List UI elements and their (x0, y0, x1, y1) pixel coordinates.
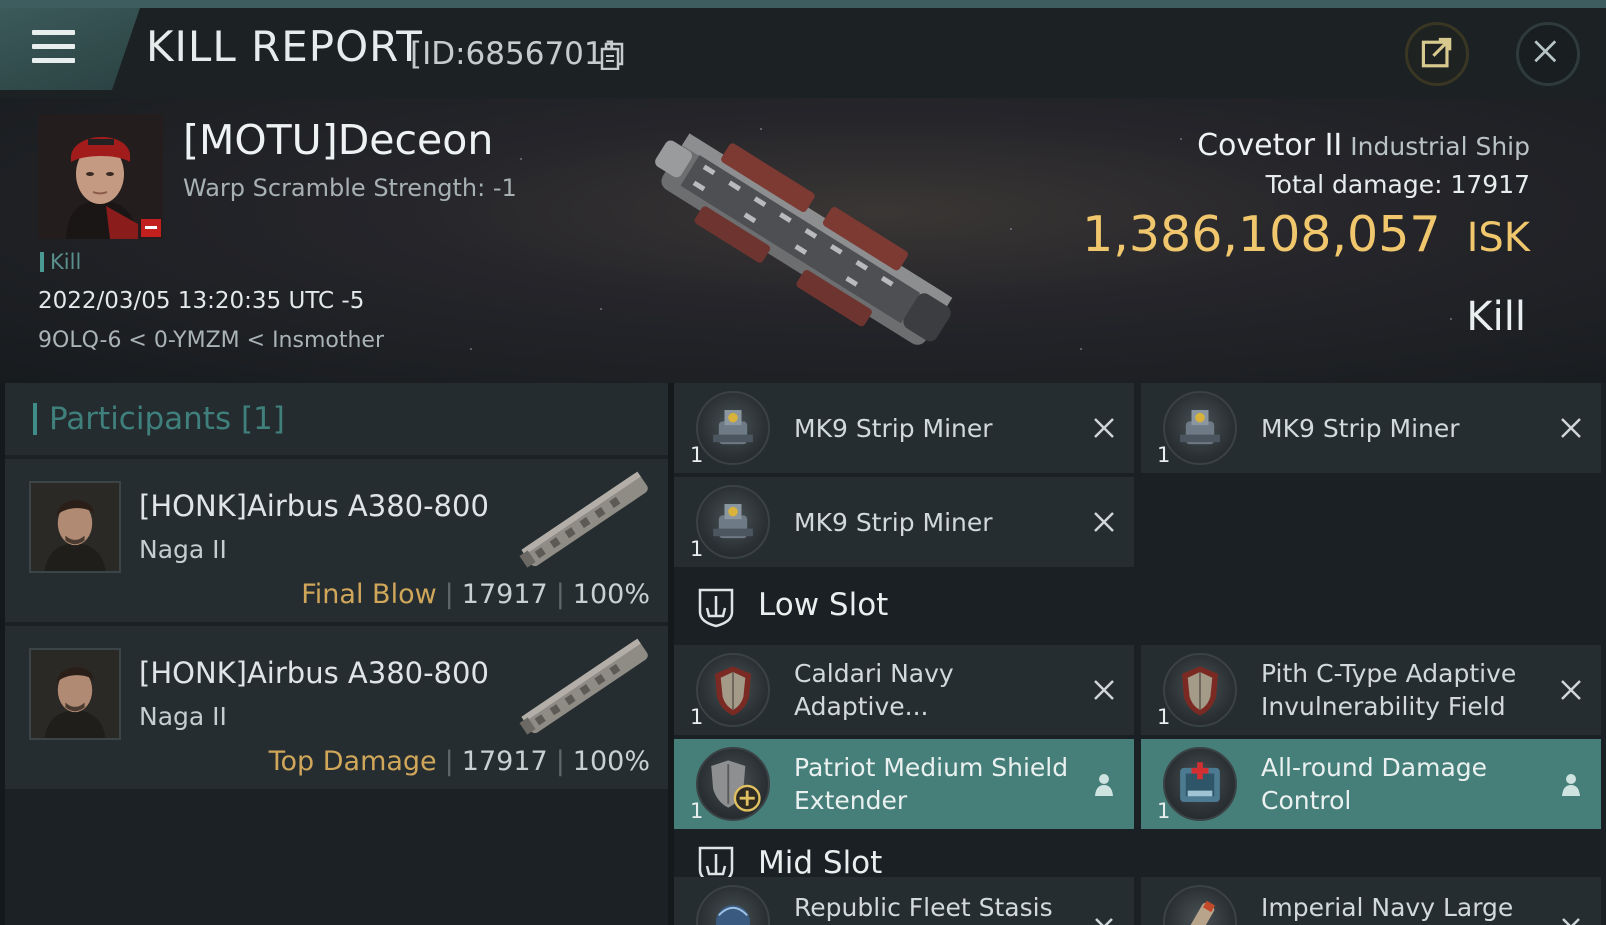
participant-ship-image (519, 638, 648, 735)
participant-portrait (29, 648, 121, 740)
pilot-icon (1095, 774, 1113, 796)
module-name: MK9 Strip Miner (1261, 413, 1460, 443)
participant-role: Top Damage (268, 746, 437, 777)
participant-percent: 100% (572, 579, 650, 610)
module-strip-miner[interactable]: 1 MK9 Strip Miner (674, 383, 1134, 473)
participant-portrait (29, 481, 121, 573)
stasis-webifier-icon (696, 885, 770, 925)
participant-row[interactable]: [HONK]Airbus A380-800 Naga II Final Blow… (5, 459, 668, 622)
strip-miner-icon (1163, 391, 1237, 465)
chevron-down-icon (1562, 918, 1580, 925)
participant-damage: 17917 (461, 579, 548, 610)
module-strip-miner[interactable]: 1 MK9 Strip Miner (1141, 383, 1601, 473)
module-republic-fleet-stasis[interactable]: Republic Fleet Stasis (674, 877, 1134, 925)
participant-name: [HONK]Airbus A380-800 (139, 656, 489, 690)
report-id: [ID:6856701] (410, 36, 616, 72)
participants-panel: Participants [1] [HONK]Airbus A380-800 N… (5, 383, 668, 925)
ship-class: Industrial Ship (1350, 132, 1530, 161)
total-damage: Total damage: 17917 (1265, 170, 1530, 199)
fitting-panel: 1 MK9 Strip Miner 1 MK9 Strip Miner 1 MK… (674, 383, 1606, 925)
avatar (31, 650, 119, 738)
ship-render[interactable] (630, 116, 980, 366)
participant-ship: Naga II (139, 702, 227, 731)
avatar (31, 483, 119, 571)
close-button[interactable] (1516, 22, 1580, 86)
isk-unit: ISK (1466, 215, 1530, 261)
participant-stats: Top Damage | 17917 | 100% (268, 746, 650, 777)
copy-icon[interactable] (600, 42, 624, 70)
participants-title: Participants [1] (49, 401, 285, 437)
victim-name[interactable]: [MOTU]Deceon (183, 116, 493, 164)
low-slot-header: Low Slot (674, 571, 1606, 641)
participant-ship-image (519, 471, 648, 568)
destroyed-x-icon (1561, 680, 1581, 700)
module-strip-miner[interactable]: 1 MK9 Strip Miner (674, 477, 1134, 567)
share-icon (1421, 37, 1452, 68)
low-slot-title: Low Slot (758, 587, 889, 623)
low-slot-icon (698, 588, 734, 628)
header-bar: KILL REPORT [ID:6856701] (0, 8, 1606, 98)
participant-row[interactable]: [HONK]Airbus A380-800 Naga II Top Damage… (5, 626, 668, 789)
module-name: All-round Damage Control (1261, 753, 1488, 815)
module-caldari-navy-adaptive[interactable]: 1 Caldari Navy Adaptive... (674, 645, 1134, 735)
participant-role: Final Blow (301, 579, 437, 610)
participant-percent: 100% (572, 746, 650, 777)
shield-hardener-icon (1163, 653, 1237, 727)
strip-miner-icon (696, 391, 770, 465)
module-name: Caldari Navy Adaptive... (794, 659, 954, 721)
victim-ship: Covetor II Industrial Ship (1197, 128, 1530, 163)
mid-slot-title: Mid Slot (758, 845, 883, 881)
ship-name[interactable]: Covetor II (1197, 128, 1342, 163)
result-label: Kill (1466, 294, 1526, 340)
top-strip (0, 0, 1606, 8)
participant-stats: Final Blow | 17917 | 100% (301, 579, 650, 610)
damage-control-icon (1163, 747, 1237, 821)
participant-name: [HONK]Airbus A380-800 (139, 489, 489, 523)
module-name: Republic Fleet Stasis (794, 893, 1053, 922)
kill-date: 2022/03/05 13:20:35 UTC -5 (38, 288, 365, 314)
module-imperial-navy-large[interactable]: Imperial Navy Large (1141, 877, 1601, 925)
isk-value: 1,386,108,057 ISK (1082, 206, 1530, 263)
victim-portrait[interactable] (38, 114, 163, 239)
module-pith-invulnerability-field[interactable]: 1 Pith C-Type Adaptive Invulnerability F… (1141, 645, 1601, 735)
warp-scramble-strength: Warp Scramble Strength: -1 (183, 174, 517, 202)
strip-miner-icon (696, 485, 770, 559)
module-name: MK9 Strip Miner (794, 507, 993, 537)
destroyed-x-icon (1561, 418, 1581, 438)
chevron-down-icon (1095, 918, 1113, 925)
kill-tag: Kill (40, 250, 81, 274)
menu-button[interactable] (0, 8, 140, 90)
kill-location[interactable]: 9OLQ-6 < 0-YMZM < Insmother (38, 328, 384, 353)
module-name: Patriot Medium Shield Extender (794, 753, 1069, 815)
capacitor-booster-icon (1163, 885, 1237, 925)
module-patriot-shield-extender[interactable]: 1 Patriot Medium Shield Extender (674, 739, 1134, 829)
module-name: MK9 Strip Miner (794, 413, 993, 443)
module-name: Imperial Navy Large (1261, 893, 1514, 922)
participant-damage: 17917 (461, 746, 548, 777)
page-title: KILL REPORT (146, 22, 423, 71)
participant-ship: Naga II (139, 535, 227, 564)
victim-summary: [MOTU]Deceon Warp Scramble Strength: -1 … (0, 98, 1606, 383)
module-name: Pith C-Type Adaptive Invulnerability Fie… (1261, 659, 1517, 721)
shield-hardener-icon (696, 653, 770, 727)
destroyed-x-icon (1094, 418, 1114, 438)
share-button[interactable] (1405, 22, 1469, 86)
destroyed-x-icon (1094, 680, 1114, 700)
participants-header[interactable]: Participants [1] (5, 383, 668, 455)
module-all-round-damage-control[interactable]: 1 All-round Damage Control (1141, 739, 1601, 829)
shield-extender-icon (696, 747, 770, 821)
pilot-icon (1562, 774, 1580, 796)
avatar (38, 114, 163, 239)
close-icon (1534, 40, 1557, 63)
destroyed-x-icon (1094, 512, 1114, 532)
